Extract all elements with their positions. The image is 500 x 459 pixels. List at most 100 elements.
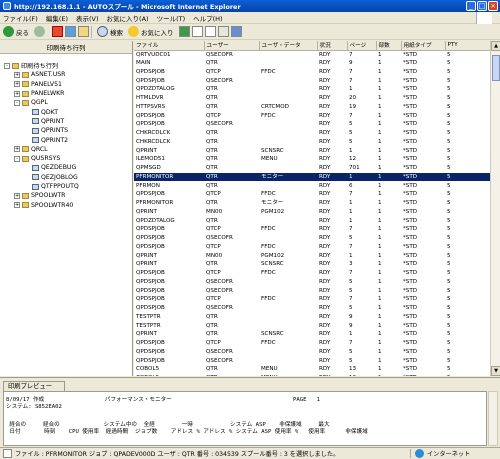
table-row[interactable]: QPDSPJOB QTCP FFDC RDY 7 1 *STD 5 <box>134 190 490 199</box>
expand-icon[interactable]: + <box>14 192 20 199</box>
table-row[interactable]: QPMSGD QTR RDY 701 1 *STD 5 <box>134 164 490 173</box>
table-row[interactable]: CHKRCDLCK QTR RDY 5 1 *STD 5 <box>134 129 490 138</box>
tree-node[interactable]: - QGPL <box>0 98 132 107</box>
table-row[interactable]: QPDSPJOB QTCP FFDC RDY 7 1 *STD 5 <box>134 269 490 278</box>
table-row[interactable]: QPDSPJOB QSECOFR RDY 5 1 *STD 5 <box>134 120 490 129</box>
tree-node[interactable]: - 印刷待ち行列 <box>0 61 132 70</box>
scroll-down-icon[interactable]: ▼ <box>491 366 500 376</box>
table-row[interactable]: MAIN QTR RDY 9 1 *STD 5 <box>134 59 490 68</box>
table-row[interactable]: CHKRCDLCK QTR RDY 5 1 *STD 5 <box>134 138 490 147</box>
collapse-icon[interactable]: - <box>14 99 20 106</box>
scroll-thumb[interactable] <box>492 55 500 81</box>
minimize-button[interactable]: _ <box>466 1 476 11</box>
table-row[interactable]: QPDSPJOB QTCP FFDC RDY 7 1 *STD 5 <box>134 243 490 252</box>
table-row[interactable]: QPDSPJOB QSECOFR RDY 5 1 *STD 5 <box>134 234 490 243</box>
print-queue-header-button[interactable]: 印刷待ち行列 <box>0 41 132 54</box>
table-row[interactable]: QPDSPJOB QTCP FFDC RDY 7 1 *STD 5 <box>134 111 490 120</box>
menu-favorites[interactable]: お気に入り(A) <box>107 13 149 23</box>
table-row[interactable]: PFRMONITOR QTR モニター RDY 1 1 *STD 5 <box>134 172 490 182</box>
preview-scrollbar[interactable] <box>488 391 498 446</box>
menu-edit[interactable]: 編集(E) <box>46 13 68 23</box>
close-button[interactable]: × <box>488 1 498 11</box>
edit-icon[interactable] <box>217 26 229 37</box>
column-header[interactable]: 状況 <box>317 41 348 51</box>
tree-node[interactable]: QTFPPOUTQ <box>0 182 132 191</box>
mail-icon[interactable] <box>191 26 203 37</box>
table-row[interactable]: QPDSPJOB QSECOFR RDY 5 1 *STD 5 <box>134 286 490 295</box>
table-row[interactable]: QPRINT MN00 PGM102 RDY 1 1 *STD 5 <box>134 251 490 260</box>
column-header[interactable]: 部数 <box>376 41 402 51</box>
tree-node[interactable]: + PANELWKR <box>0 89 132 98</box>
collapse-icon[interactable]: - <box>4 62 10 69</box>
expand-icon[interactable]: + <box>14 71 20 78</box>
tree-node[interactable]: + QRCL <box>0 145 132 154</box>
menu-file[interactable]: ファイル(F) <box>3 13 38 23</box>
column-header[interactable]: ユーザー <box>204 41 260 51</box>
messenger-icon[interactable] <box>230 26 242 37</box>
tree-node[interactable]: QPRINT2 <box>0 135 132 144</box>
stop-icon[interactable] <box>52 26 63 37</box>
tree-node[interactable]: QEZDEBUG <box>0 163 132 172</box>
table-row[interactable]: ILEMOD51 QTR MENU RDY 12 1 *STD 5 <box>134 155 490 164</box>
expand-icon[interactable]: + <box>14 90 20 97</box>
table-row[interactable]: PFRMON QTR RDY 6 1 *STD 5 <box>134 181 490 190</box>
refresh-icon[interactable] <box>65 26 76 37</box>
print-icon[interactable] <box>204 26 216 37</box>
back-button[interactable]: 戻る <box>3 26 29 37</box>
column-header[interactable]: ユーザ・データ <box>259 41 318 51</box>
table-row[interactable]: QPDSPJOB QSECOFR RDY 5 1 *STD 5 <box>134 278 490 287</box>
table-row[interactable]: TESTPTR QTR RDY 9 1 *STD 5 <box>134 313 490 322</box>
tree-node[interactable]: QPRINTS <box>0 126 132 135</box>
favorites-button[interactable]: お気に入り <box>128 26 174 37</box>
tree-node[interactable]: + PANELV51 <box>0 80 132 89</box>
search-button[interactable]: 検索 <box>97 26 123 37</box>
table-row[interactable]: QPRINT MN00 PGM102 RDY 1 1 *STD 5 <box>134 208 490 217</box>
grid-scrollbar[interactable]: ▲ ▼ <box>490 41 500 376</box>
table-row[interactable]: QPDSPJOB QSECOFR RDY 5 1 *STD 5 <box>134 348 490 357</box>
table-row[interactable]: PFRMONITOR QTR モニター RDY 1 1 *STD 5 <box>134 199 490 208</box>
table-row[interactable]: QPDSPJOB QTCP FFDC RDY 7 1 *STD 5 <box>134 68 490 77</box>
table-row[interactable]: QPDSPJOB QTCP FFDC RDY 7 1 *STD 5 <box>134 225 490 234</box>
column-header[interactable]: ファイル <box>134 41 205 51</box>
table-row[interactable]: QPRINT QTR SCNSRC RDY 1 1 *STD 5 <box>134 330 490 339</box>
table-row[interactable]: QRTVUDC01 QSECOFR RDY 7 1 *STD 5 <box>134 50 490 59</box>
tree-node[interactable]: + ASNET.USR <box>0 70 132 79</box>
forward-button[interactable] <box>34 26 47 37</box>
table-row[interactable]: QPRINT QTR SCNSRC RDY 3 1 *STD 5 <box>134 260 490 269</box>
table-row[interactable]: COBOL5QTRMENURDY131*STD5 <box>134 365 490 374</box>
expand-icon[interactable]: + <box>14 202 20 209</box>
column-header[interactable]: PTY <box>445 41 490 51</box>
table-row[interactable]: QPDSPJOB QSECOFR RDY 5 1 *STD 5 <box>134 356 490 365</box>
tree-node[interactable]: + SPOOLWTR <box>0 191 132 200</box>
tree-node[interactable]: - QUSRSYS <box>0 154 132 163</box>
table-row[interactable]: QPDZDTALOG QTR RDY 1 1 *STD 5 <box>134 85 490 94</box>
table-row[interactable]: QPRINT QTR SCNSRC RDY 1 1 *STD 5 <box>134 146 490 155</box>
tree-node[interactable]: QDKT <box>0 107 132 116</box>
maximize-button[interactable]: □ <box>477 1 487 11</box>
table-row[interactable]: QPDSPJOB QSECOFR RDY 7 1 *STD 5 <box>134 76 490 85</box>
home-icon[interactable] <box>78 26 89 37</box>
collapse-icon[interactable]: - <box>14 155 20 162</box>
menu-help[interactable]: ヘルプ(H) <box>193 13 222 23</box>
expand-icon[interactable]: + <box>14 146 20 153</box>
table-cell: RDY <box>319 296 331 303</box>
print-preview-tab[interactable]: 印刷プレビュー <box>3 381 65 391</box>
column-header[interactable]: ページ <box>347 41 377 51</box>
tree-node[interactable]: QPRINT <box>0 117 132 126</box>
table-row[interactable]: COBOL5QTRMENURDY131*STD5 <box>134 374 490 376</box>
menu-view[interactable]: 表示(V) <box>76 13 99 23</box>
table-row[interactable]: HTMLDVR QTR RDY 20 1 *STD 5 <box>134 94 490 103</box>
column-header[interactable]: 用紙タイプ <box>401 41 446 51</box>
scroll-up-icon[interactable]: ▲ <box>491 41 500 51</box>
table-row[interactable]: TESTPTR QTR RDY 9 1 *STD 5 <box>134 321 490 330</box>
table-row[interactable]: QPDSPJOB QTCP FFDC RDY 7 1 *STD 5 <box>134 339 490 348</box>
tree-node[interactable]: + SPOOLWTR40 <box>0 200 132 209</box>
tree-node[interactable]: QEZJOBLOG <box>0 173 132 182</box>
table-row[interactable]: QPDZDTALOG QTR RDY 1 1 *STD 5 <box>134 216 490 225</box>
table-row[interactable]: QPDSPJOB QTCP FFDC RDY 7 1 *STD 5 <box>134 295 490 304</box>
history-icon[interactable] <box>178 26 190 37</box>
menu-tools[interactable]: ツール(T) <box>157 13 186 23</box>
table-row[interactable]: HTTPSVRS QTR CRTCMOD RDY 19 1 *STD 5 <box>134 103 490 112</box>
table-row[interactable]: QPDSPJOB QSECOFR RDY 5 1 *STD 5 <box>134 304 490 313</box>
expand-icon[interactable]: + <box>14 81 20 88</box>
